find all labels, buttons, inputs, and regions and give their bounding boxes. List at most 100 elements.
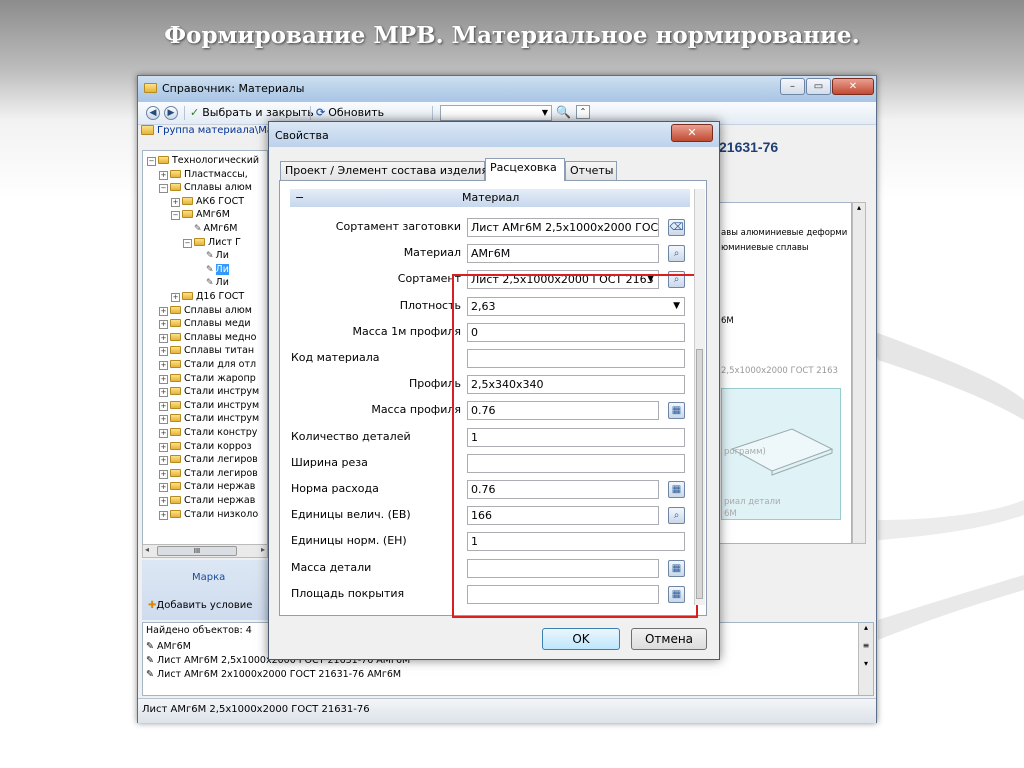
search-combo[interactable]: ▼ (440, 105, 552, 121)
category-header[interactable]: − Материал (290, 189, 690, 207)
expand-icon[interactable]: + (171, 197, 180, 207)
tree-item[interactable]: + Стали инструм (159, 399, 259, 412)
tree-item[interactable]: − Лист Г (183, 236, 241, 249)
tree-item[interactable]: + Стали низколо (159, 508, 258, 521)
material-tree[interactable]: − Технологический + Пластмассы, − Сплавы алюм… (142, 150, 268, 546)
property-field[interactable]: 0.76 (467, 480, 659, 499)
chevron-down-icon[interactable]: ▼ (647, 271, 654, 288)
tree-item[interactable]: + Стали нержав (159, 480, 255, 493)
expand-icon[interactable]: + (159, 374, 168, 384)
chevron-down-icon[interactable]: ▼ (673, 298, 680, 315)
property-field[interactable]: 166 (467, 506, 659, 526)
expand-icon[interactable]: + (159, 497, 168, 506)
tree-item[interactable]: ✎ Ли (195, 249, 229, 262)
property-field[interactable]: 1 (467, 427, 685, 447)
tree-item[interactable]: − Сплавы алюм (159, 181, 252, 194)
select-close-button[interactable]: ✓ Выбрать и закрыть (190, 106, 314, 119)
list-item[interactable]: ✎ Лист АМг6М 2x1000x2000 ГОСТ 21631-76 А… (146, 669, 401, 680)
expand-icon[interactable]: + (159, 415, 168, 425)
calculator-icon[interactable]: ▦ (668, 559, 685, 577)
lookup-icon[interactable]: ⌕ (668, 245, 685, 263)
tree-item[interactable]: + Стали жаропр (159, 372, 256, 385)
expand-icon[interactable]: + (159, 170, 168, 180)
collapse-icon[interactable]: − (295, 189, 304, 207)
grid-vscrollbar[interactable] (694, 189, 705, 605)
eraser-icon[interactable]: ⌫ (668, 219, 685, 236)
maximize-button[interactable]: ▭ (806, 78, 831, 95)
tree-item[interactable]: + АК6 ГОСТ (171, 195, 244, 208)
detail-vscrollbar[interactable]: ▴ (852, 202, 866, 544)
tree-item[interactable]: + Пластмассы, (159, 168, 248, 181)
expand-icon[interactable]: + (159, 442, 168, 452)
property-field[interactable]: 2,5x340x340 (467, 375, 685, 395)
expand-icon[interactable]: + (159, 429, 168, 438)
tab-project[interactable]: Проект / Элемент состава изделия (280, 161, 488, 180)
results-vscrollbar[interactable]: ▴ ≡ ▾ (858, 623, 873, 695)
tree-item[interactable]: + Сплавы медно (159, 331, 256, 344)
tree-item[interactable]: + Стали для отл (159, 358, 256, 371)
scroll-thumb[interactable] (696, 349, 703, 599)
expand-icon[interactable]: + (159, 388, 168, 398)
ok-button[interactable]: OK (542, 628, 620, 650)
dialog-titlebar[interactable]: Свойства ✕ (269, 122, 719, 147)
minimize-button[interactable]: – (780, 78, 805, 95)
tab-rasceh[interactable]: Расцеховка (485, 158, 565, 181)
expand-icon[interactable]: + (159, 469, 168, 479)
collapse-icon[interactable]: − (147, 157, 156, 166)
collapse-icon[interactable]: ⌃ (576, 105, 590, 119)
forward-button[interactable]: ▶ (164, 106, 178, 120)
expand-icon[interactable]: + (159, 333, 168, 343)
collapse-icon[interactable]: − (171, 211, 180, 221)
tree-item[interactable]: + Сплавы алюм (159, 304, 252, 317)
property-field[interactable]: Лист 2,5x1000x2000 ГОСТ 2163 ▼ (467, 270, 659, 290)
expand-icon[interactable]: + (171, 293, 180, 302)
tree-item[interactable]: + Сплавы меди (159, 317, 251, 330)
refresh-button[interactable]: ⟳ Обновить (316, 106, 384, 119)
tree-item[interactable]: + Стали легиров (159, 453, 258, 466)
add-condition-button[interactable]: ✚Добавить условие (148, 600, 252, 611)
collapse-icon[interactable]: − (183, 238, 192, 248)
tree-hscrollbar[interactable]: ◂ III ▸ (142, 544, 268, 558)
tree-item[interactable]: + Стали корроз (159, 440, 252, 453)
tree-item[interactable]: + Стали легиров (159, 467, 258, 480)
property-field[interactable] (467, 558, 659, 578)
back-button[interactable]: ◀ (146, 106, 160, 120)
calculator-icon[interactable]: ▦ (668, 585, 685, 603)
expand-icon[interactable]: + (159, 510, 168, 520)
marka-link[interactable]: Марка (192, 572, 225, 583)
property-field[interactable]: Лист АМг6М 2,5x1000x2000 ГОСТ (467, 218, 659, 237)
property-field[interactable] (467, 584, 659, 604)
collapse-icon[interactable]: − (159, 184, 168, 194)
property-field[interactable]: АМг6М (467, 244, 659, 264)
tree-item[interactable]: ✎ Ли (195, 263, 229, 276)
tree-item[interactable]: + Д16 ГОСТ (171, 290, 244, 303)
expand-icon[interactable]: + (159, 456, 168, 466)
dialog-close-button[interactable]: ✕ (671, 124, 713, 142)
group-path[interactable]: Группа материала\Материалы (138, 125, 268, 141)
search-icon[interactable]: 🔍 (556, 105, 571, 119)
expand-icon[interactable]: + (159, 361, 168, 370)
property-field[interactable]: 0.76 (467, 401, 659, 421)
expand-icon[interactable]: + (159, 306, 168, 316)
property-field[interactable]: 2,63 ▼ (467, 296, 685, 316)
property-field[interactable]: 0 (467, 322, 685, 342)
tree-item[interactable]: + Стали инструм (159, 412, 259, 425)
property-field[interactable]: 1 (467, 532, 685, 552)
scroll-thumb[interactable]: III (157, 546, 237, 556)
tree-item[interactable]: ✎ Ли (195, 276, 229, 289)
list-item[interactable]: ✎ АМг6М (146, 641, 191, 652)
property-field[interactable] (467, 349, 685, 368)
tab-reports[interactable]: Отчеты (565, 161, 617, 180)
tree-item[interactable]: + Стали констру (159, 426, 257, 439)
lookup-icon[interactable]: ⌕ (668, 507, 685, 525)
tree-item[interactable]: − АМг6М (171, 208, 230, 221)
expand-icon[interactable]: + (159, 320, 168, 330)
tree-item[interactable]: + Стали нержав (159, 494, 255, 507)
lookup-icon[interactable]: ⌕ (668, 271, 685, 289)
property-field[interactable] (467, 453, 685, 473)
tree-item[interactable]: + Стали инструм (159, 385, 259, 398)
tree-item[interactable]: + Сплавы титан (159, 344, 254, 357)
tree-item[interactable]: ✎ АМг6М (183, 222, 237, 235)
calculator-icon[interactable]: ▦ (668, 402, 685, 420)
expand-icon[interactable]: + (159, 483, 168, 493)
